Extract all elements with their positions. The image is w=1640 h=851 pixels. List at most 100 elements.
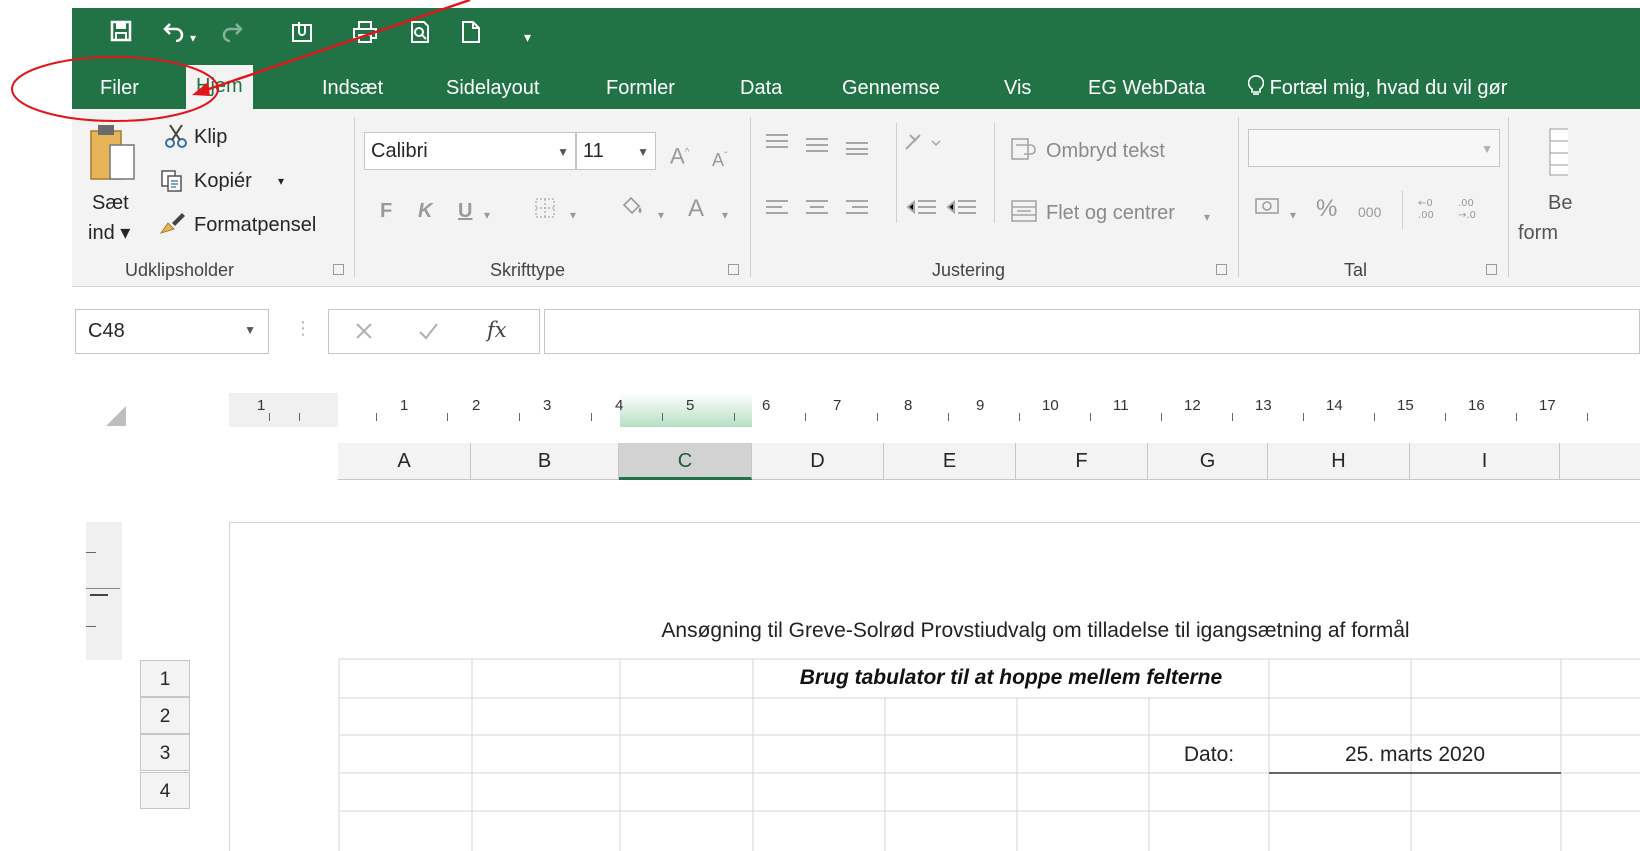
shrink-font-icon[interactable]: Aˇ: [712, 145, 727, 172]
ruler-number: 13: [1255, 397, 1272, 414]
format-painter-button[interactable]: Formatpensel: [194, 213, 316, 237]
undo-dropdown-icon[interactable]: ▾: [190, 25, 196, 51]
tab-insert[interactable]: Indsæt: [312, 71, 393, 109]
attach-icon[interactable]: [290, 20, 316, 50]
column-header-i[interactable]: I: [1410, 443, 1560, 480]
font-color-dropdown-icon[interactable]: ▾: [722, 203, 728, 227]
tell-me-search[interactable]: Fortæl mig, hvad du vil gør: [1247, 71, 1507, 105]
tab-file[interactable]: Filer: [90, 71, 149, 109]
row-margin-area: [86, 660, 140, 851]
tab-view[interactable]: Vis: [994, 71, 1041, 109]
grow-font-icon[interactable]: A^: [670, 141, 689, 168]
font-size-box[interactable]: 11 ▼: [576, 132, 656, 170]
thousands-button[interactable]: 000: [1358, 201, 1381, 223]
enter-icon[interactable]: [417, 320, 439, 347]
borders-dropdown-icon[interactable]: ▾: [570, 203, 576, 227]
align-left-icon[interactable]: [764, 197, 884, 224]
column-header-h[interactable]: H: [1268, 443, 1410, 480]
ruler-number: 10: [1042, 397, 1059, 414]
underline-dropdown-icon[interactable]: ▾: [484, 203, 490, 227]
name-box[interactable]: C48 ▼: [75, 309, 269, 354]
align-top-icon[interactable]: [764, 131, 872, 160]
number-format-box[interactable]: ▼: [1248, 129, 1500, 167]
merge-center-button[interactable]: Flet og centrer: [1046, 201, 1175, 225]
copy-button[interactable]: Kopiér: [194, 169, 252, 193]
decimal-buttons-icon[interactable]: ←0.00.00 →.0: [1416, 195, 1492, 226]
percent-button[interactable]: %: [1316, 197, 1337, 221]
clipboard-launcher-icon[interactable]: [333, 264, 344, 275]
tab-formulas[interactable]: Formler: [596, 71, 685, 109]
excel-window: ▾ ▾ Filer Hjem Indsæt Sidelayout Formler…: [0, 0, 1640, 851]
font-launcher-icon[interactable]: [728, 264, 739, 275]
paste-icon[interactable]: [88, 121, 136, 198]
chevron-down-icon: ▼: [637, 145, 649, 159]
ruler-tick: [1587, 413, 1588, 421]
date-value[interactable]: 25. marts 2020: [1269, 743, 1561, 767]
formula-input[interactable]: [544, 309, 1640, 354]
column-header-e[interactable]: E: [884, 443, 1016, 480]
orientation-icon[interactable]: [902, 129, 942, 160]
column-header-c[interactable]: C: [619, 443, 752, 480]
wrap-text-icon[interactable]: [1010, 137, 1038, 166]
tab-page-layout[interactable]: Sidelayout: [436, 71, 549, 109]
row-header-4[interactable]: 4: [140, 772, 190, 809]
scissors-icon[interactable]: [164, 123, 188, 154]
ruler-tick: [948, 413, 949, 421]
accounting-dropdown-icon[interactable]: ▾: [1290, 203, 1296, 227]
accounting-format-icon[interactable]: [1254, 195, 1282, 224]
conditional-formatting-label-bottom[interactable]: form: [1518, 221, 1558, 245]
format-painter-icon[interactable]: [158, 211, 186, 240]
row-header-2[interactable]: 2: [140, 697, 190, 734]
alignment-launcher-icon[interactable]: [1216, 264, 1227, 275]
merge-dropdown-icon[interactable]: ▾: [1204, 205, 1210, 229]
fill-color-icon[interactable]: [618, 195, 646, 224]
column-header-f[interactable]: F: [1016, 443, 1148, 480]
column-header-b[interactable]: B: [471, 443, 619, 480]
tab-home[interactable]: Hjem: [186, 65, 253, 109]
new-document-icon[interactable]: [460, 20, 482, 50]
ruler-number: 16: [1468, 397, 1485, 414]
save-icon[interactable]: [110, 20, 132, 48]
print-preview-icon[interactable]: [408, 20, 432, 50]
indent-icons[interactable]: [906, 197, 982, 224]
cancel-icon[interactable]: [353, 320, 375, 347]
column-header-d[interactable]: D: [752, 443, 884, 480]
group-separator: [354, 117, 355, 277]
row-header-1[interactable]: 1: [140, 660, 190, 697]
font-name-box[interactable]: Calibri ▼: [364, 132, 576, 170]
ruler-number: 17: [1539, 397, 1556, 414]
insert-function-icon[interactable]: fx: [487, 318, 507, 342]
tab-review[interactable]: Gennemse: [832, 71, 950, 109]
group-label-alignment: Justering: [932, 260, 1006, 280]
undo-icon[interactable]: [162, 20, 186, 48]
print-icon[interactable]: [352, 20, 378, 50]
column-header-g[interactable]: G: [1148, 443, 1268, 480]
font-color-icon[interactable]: A: [688, 197, 704, 221]
customize-qat-icon[interactable]: ▾: [524, 24, 531, 50]
copy-dropdown-icon[interactable]: ▾: [278, 169, 284, 193]
redo-icon[interactable]: [220, 20, 244, 48]
bold-button[interactable]: F: [380, 199, 392, 223]
fill-color-dropdown-icon[interactable]: ▾: [658, 203, 664, 227]
number-launcher-icon[interactable]: [1486, 264, 1497, 275]
merge-center-icon[interactable]: [1010, 199, 1038, 228]
paste-label-bottom[interactable]: ind ▾: [88, 221, 130, 245]
borders-icon[interactable]: [534, 197, 556, 224]
cut-button[interactable]: Klip: [194, 125, 227, 149]
wrap-text-button[interactable]: Ombryd tekst: [1046, 139, 1165, 163]
select-all-corner-icon[interactable]: [104, 404, 128, 433]
underline-button[interactable]: U: [458, 199, 472, 223]
group-label-number: Tal: [1344, 260, 1368, 280]
group-separator: [1402, 191, 1403, 229]
ruler-margin-top: [86, 522, 122, 660]
tab-eg-webdata[interactable]: EG WebData: [1078, 71, 1215, 109]
column-header-a[interactable]: A: [338, 443, 471, 480]
tab-data[interactable]: Data: [730, 71, 792, 109]
ruler-tick: [1516, 413, 1517, 421]
italic-button[interactable]: K: [418, 199, 432, 223]
conditional-formatting-label-top[interactable]: Be: [1548, 191, 1572, 215]
conditional-formatting-icon[interactable]: [1548, 127, 1575, 182]
row-header-3[interactable]: 3: [140, 734, 190, 771]
paste-label-top[interactable]: Sæt: [92, 191, 129, 215]
copy-icon[interactable]: [160, 169, 184, 198]
